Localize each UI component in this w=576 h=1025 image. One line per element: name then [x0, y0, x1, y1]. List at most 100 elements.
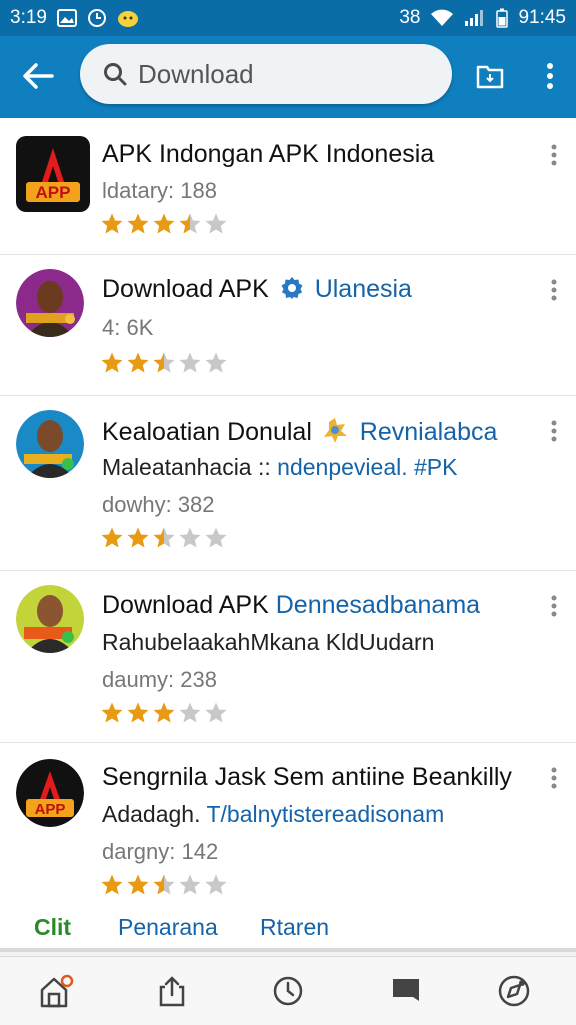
- search-icon: [104, 63, 127, 86]
- app-avatar-icon: [16, 269, 84, 337]
- more-vert-icon: [551, 144, 557, 166]
- back-button[interactable]: [16, 54, 60, 98]
- app-bar: [0, 36, 576, 118]
- app-downloads: ldatary: 188: [102, 178, 217, 203]
- star-filled-icon: [127, 352, 149, 373]
- tab-clit[interactable]: Clit: [34, 914, 71, 941]
- star-empty-icon: [205, 874, 227, 895]
- item-more-button[interactable]: [546, 591, 562, 621]
- category-tabs: Clit Penarana Rtaren: [0, 900, 576, 952]
- folder-button[interactable]: [468, 54, 512, 98]
- app-title: Kealoatian Donulal Revnialabca: [102, 418, 498, 446]
- tab-rtaren[interactable]: Rtaren: [260, 914, 329, 941]
- star-empty-icon: [205, 702, 227, 723]
- star-filled-icon: [127, 213, 149, 234]
- nav-inbox-button[interactable]: [386, 971, 426, 1011]
- app-downloads: 4: 6K: [102, 315, 154, 340]
- list-item[interactable]: APP APK Indongan APK Indonesia ldatary: …: [0, 118, 576, 255]
- nav-history-button[interactable]: [268, 971, 308, 1011]
- overflow-menu-button[interactable]: [528, 54, 572, 98]
- more-vert-icon: [551, 420, 557, 442]
- item-more-button[interactable]: [546, 275, 562, 305]
- star-filled-icon: [101, 702, 123, 723]
- star-empty-icon: [205, 352, 227, 373]
- inbox-icon: [393, 979, 419, 1001]
- app-downloads: daumy: 238: [102, 667, 217, 692]
- app-title: APK Indongan APK Indonesia: [102, 140, 435, 168]
- app-subtitle: RahubelaakahMkana KldUudarn: [102, 629, 435, 655]
- search-input[interactable]: [136, 57, 420, 91]
- item-more-button[interactable]: [546, 140, 562, 170]
- app-title: Download APK Dennesadbanama: [102, 591, 481, 619]
- star-filled-icon: [127, 527, 149, 548]
- app-downloads: dargny: 142: [102, 839, 219, 864]
- search-bar[interactable]: [80, 44, 452, 104]
- more-vert-icon: [551, 595, 557, 617]
- app-list: APP APK Indongan APK Indonesia ldatary: …: [0, 118, 576, 900]
- nav-share-button[interactable]: [152, 971, 192, 1011]
- app-logo-icon: APP: [16, 136, 90, 212]
- star-empty-icon: [205, 213, 227, 234]
- bottom-nav: [0, 956, 576, 1025]
- image-notification-icon: [56, 9, 77, 27]
- star-filled-icon: [153, 213, 175, 234]
- star-filled-icon: [101, 352, 123, 373]
- star-half-icon: [153, 874, 175, 895]
- svg-text:APP: APP: [36, 183, 71, 202]
- rating-stars: [100, 351, 228, 375]
- rating-stars: [100, 212, 228, 236]
- star-filled-icon: [127, 874, 149, 895]
- share-icon: [159, 976, 185, 1007]
- more-vert-icon: [547, 63, 553, 89]
- star-filled-icon: [101, 874, 123, 895]
- star-filled-icon: [153, 702, 175, 723]
- star-half-icon: [179, 213, 201, 234]
- status-clock: 91:45: [518, 7, 566, 28]
- app-avatar-icon: [16, 410, 84, 478]
- clock-icon: [273, 976, 303, 1006]
- app-subtitle: Maleatanhacia :: ndenpevieal. #PK: [102, 454, 458, 480]
- folder-icon: [476, 65, 504, 89]
- verified-badge-icon: [281, 277, 303, 299]
- nav-explore-button[interactable]: [494, 971, 534, 1011]
- list-item[interactable]: Kealoatian Donulal Revnialabca Maleatanh…: [0, 396, 576, 571]
- item-more-button[interactable]: [546, 763, 562, 793]
- star-empty-icon: [179, 874, 201, 895]
- alarm-icon: [87, 8, 107, 28]
- star-filled-icon: [127, 702, 149, 723]
- status-time: 3:19: [10, 7, 47, 28]
- svg-text:APP: APP: [35, 801, 66, 818]
- list-item[interactable]: Download APK Dennesadbanama Rahubelaakah…: [0, 571, 576, 743]
- app-avatar-icon: [16, 585, 84, 653]
- star-empty-icon: [179, 352, 201, 373]
- star-filled-icon: [101, 527, 123, 548]
- star-half-icon: [153, 352, 175, 373]
- more-vert-icon: [551, 767, 557, 789]
- app-subtitle: Adadagh. T/balnytistereadisonam: [102, 801, 445, 827]
- list-item[interactable]: Download APK Ulanesia 4: 6K: [0, 255, 576, 396]
- compass-icon: [498, 975, 530, 1007]
- nav-home-button[interactable]: [36, 971, 76, 1011]
- star-empty-icon: [179, 527, 201, 548]
- status-bar: 3:19 38 91:45: [0, 0, 576, 36]
- battery-icon: [496, 8, 509, 28]
- tab-penarana[interactable]: Penarana: [118, 914, 218, 941]
- star-empty-icon: [205, 527, 227, 548]
- rating-stars: [100, 526, 228, 550]
- star-filled-icon: [101, 213, 123, 234]
- rating-stars: [100, 873, 228, 897]
- sparkle-badge-icon: [323, 418, 347, 443]
- app-title: Sengrnila Jask Sem antiine Beankilly: [102, 763, 512, 791]
- wifi-icon: [430, 9, 454, 27]
- app-downloads: dowhy: 382: [102, 492, 215, 517]
- app-title: Download APK Ulanesia: [102, 275, 412, 303]
- signal-icon: [464, 9, 486, 27]
- list-item[interactable]: APP Sengrnila Jask Sem antiine Beankilly…: [0, 743, 576, 900]
- item-more-button[interactable]: [546, 416, 562, 446]
- more-vert-icon: [551, 279, 557, 301]
- home-icon: [40, 974, 74, 1008]
- app-logo-icon: APP: [16, 759, 84, 827]
- emoji-notification-icon: [117, 8, 139, 28]
- star-half-icon: [153, 527, 175, 548]
- network-label: 38: [399, 7, 421, 28]
